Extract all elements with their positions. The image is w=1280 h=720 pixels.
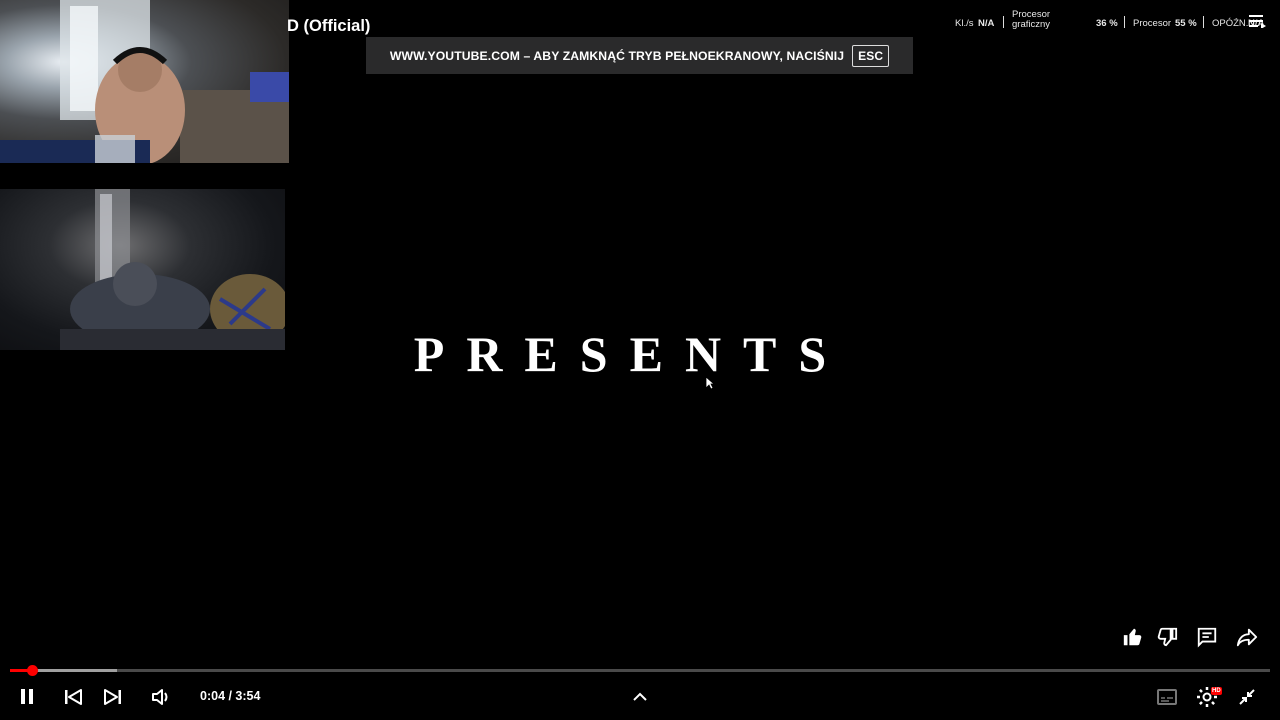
fps-label: Kl./s xyxy=(955,18,974,29)
esc-key-badge: ESC xyxy=(852,44,890,67)
cpu-value: 55 % xyxy=(1175,18,1197,29)
gpu-label: Procesor graficzny xyxy=(1012,10,1050,30)
stats-divider xyxy=(1003,16,1004,28)
thumbs-up-icon[interactable] xyxy=(1122,626,1144,648)
video-frame-text: PRESENTS xyxy=(413,326,849,382)
latency-label: OPÓŹN. xyxy=(1212,18,1249,29)
progress-scrubber[interactable] xyxy=(26,665,38,676)
fps-value: N/A xyxy=(978,18,995,29)
time-display: 0:04 / 3:54 xyxy=(200,689,261,703)
comment-icon[interactable] xyxy=(1196,626,1218,648)
thumbs-down-icon[interactable] xyxy=(1156,626,1178,648)
cpu-label: Procesor xyxy=(1133,18,1172,29)
mouse-cursor-icon xyxy=(705,376,716,395)
webcam-feed-top xyxy=(0,0,289,163)
subtitles-icon[interactable] xyxy=(1155,685,1179,709)
fullscreen-notice-text: WWW.YOUTUBE.COM – ABY ZAMKNĄĆ TRYB PEŁNO… xyxy=(389,48,845,63)
share-icon[interactable] xyxy=(1236,626,1258,648)
video-title: D (Official) xyxy=(287,17,371,35)
fullscreen-notice: WWW.YOUTUBE.COM – ABY ZAMKNĄĆ TRYB PEŁNO… xyxy=(366,37,913,74)
skip-next-icon[interactable] xyxy=(101,685,125,709)
exit-fullscreen-icon[interactable] xyxy=(1235,685,1259,709)
gpu-label-line2: graficzny xyxy=(1012,19,1051,30)
menu-icon[interactable] xyxy=(1249,14,1267,31)
progress-bar[interactable] xyxy=(10,665,1270,676)
chevron-up-icon[interactable] xyxy=(628,685,652,709)
webcam-scene-top xyxy=(0,0,289,163)
pause-icon[interactable] xyxy=(15,685,39,709)
skip-previous-icon[interactable] xyxy=(61,685,85,709)
stats-divider xyxy=(1124,16,1125,28)
volume-icon[interactable] xyxy=(150,685,174,709)
gpu-value: 36 % xyxy=(1096,18,1118,29)
hd-badge: HD xyxy=(1211,687,1222,695)
stats-divider xyxy=(1203,16,1204,28)
stats-overlay: Kl./s N/A Procesor graficzny 36 % Proces… xyxy=(940,0,1280,46)
